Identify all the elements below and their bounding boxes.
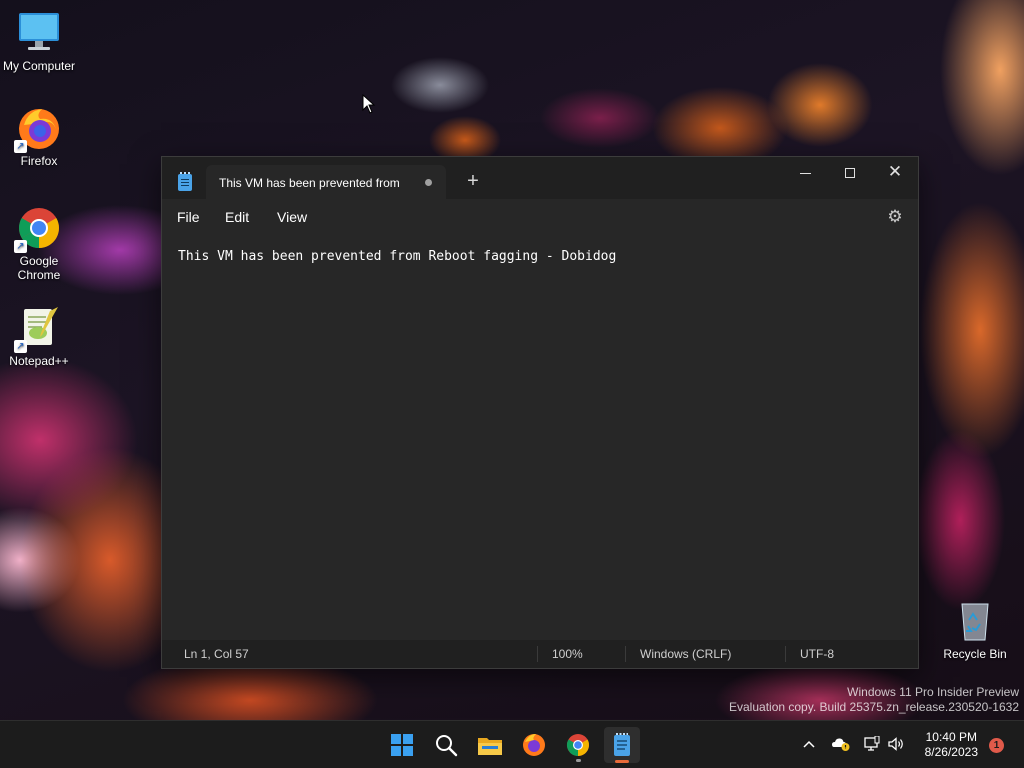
taskbar: 10:40 PM 8/26/2023 1 bbox=[0, 720, 1024, 768]
minimize-icon bbox=[799, 172, 811, 174]
file-explorer-icon bbox=[478, 738, 502, 755]
status-cursor-position: Ln 1, Col 57 bbox=[184, 647, 249, 661]
menu-bar: File Edit View ⚙ bbox=[162, 199, 918, 235]
status-divider bbox=[785, 646, 786, 662]
taskbar-clock[interactable]: 10:40 PM 8/26/2023 bbox=[925, 730, 978, 760]
search-button[interactable] bbox=[428, 727, 464, 763]
desktop-icon-label: Google Chrome bbox=[17, 254, 61, 282]
clock-date: 8/26/2023 bbox=[924, 745, 978, 759]
status-encoding: UTF-8 bbox=[800, 647, 834, 661]
active-app-indicator bbox=[615, 760, 629, 763]
unsaved-dot-icon[interactable] bbox=[425, 179, 432, 186]
maximize-button[interactable] bbox=[827, 157, 873, 189]
shortcut-arrow-icon: ↗ bbox=[14, 140, 27, 153]
close-button[interactable]: ✕ bbox=[872, 157, 918, 189]
menu-edit[interactable]: Edit bbox=[225, 209, 249, 225]
menu-view[interactable]: View bbox=[277, 209, 307, 225]
minimize-button[interactable] bbox=[782, 157, 828, 189]
desktop-icon-label: My Computer bbox=[2, 59, 76, 73]
chrome-taskbar-button[interactable] bbox=[560, 727, 596, 763]
onedrive-warning-icon[interactable] bbox=[831, 736, 851, 756]
desktop-icon-google-chrome[interactable]: ↗ Google Chrome bbox=[0, 205, 78, 282]
notepad-window: This VM has been prevented from + ✕ File… bbox=[161, 156, 919, 669]
tab-document[interactable]: This VM has been prevented from bbox=[206, 165, 446, 199]
close-icon: ✕ bbox=[887, 162, 903, 181]
file-explorer-button[interactable] bbox=[472, 727, 508, 763]
firefox-taskbar-button[interactable] bbox=[516, 727, 552, 763]
recycle-bin-icon bbox=[952, 598, 998, 644]
volume-icon[interactable] bbox=[887, 736, 905, 756]
notepad-taskbar-button[interactable] bbox=[604, 727, 640, 763]
desktop-icon-label: Recycle Bin bbox=[943, 647, 1007, 661]
firefox-icon: ↗ bbox=[14, 105, 62, 153]
new-tab-button[interactable]: + bbox=[462, 170, 484, 192]
chrome-icon bbox=[567, 734, 589, 756]
menu-file[interactable]: File bbox=[177, 209, 200, 225]
running-indicator bbox=[576, 759, 581, 762]
start-icon bbox=[391, 734, 413, 756]
shortcut-arrow-icon: ↗ bbox=[14, 240, 27, 253]
desktop-icon-firefox[interactable]: ↗ Firefox bbox=[0, 105, 78, 168]
status-line-ending: Windows (CRLF) bbox=[640, 647, 732, 661]
chrome-icon: ↗ bbox=[14, 205, 62, 253]
settings-gear-icon[interactable]: ⚙ bbox=[886, 208, 904, 226]
status-bar: Ln 1, Col 57 100% Windows (CRLF) UTF-8 bbox=[162, 640, 918, 668]
watermark-build: Evaluation copy. Build 25375.zn_release.… bbox=[729, 700, 1019, 714]
desktop-icon-label: Firefox bbox=[20, 154, 58, 168]
text-editor[interactable]: This VM has been prevented from Reboot f… bbox=[162, 235, 918, 641]
tab-title: This VM has been prevented from bbox=[219, 176, 400, 190]
monitor-icon bbox=[16, 10, 62, 56]
search-icon bbox=[436, 735, 458, 757]
status-divider bbox=[537, 646, 538, 662]
notification-badge[interactable]: 1 bbox=[989, 738, 1004, 753]
mouse-cursor-icon bbox=[362, 94, 376, 114]
firefox-icon bbox=[523, 734, 545, 756]
desktop-icon-notepad-plus-plus[interactable]: ↗ Notepad++ bbox=[0, 305, 78, 368]
maximize-icon bbox=[845, 168, 855, 179]
status-zoom: 100% bbox=[552, 647, 583, 661]
clock-time: 10:40 PM bbox=[925, 730, 977, 744]
network-icon[interactable] bbox=[864, 735, 880, 756]
windows-watermark: Windows 11 Pro Insider Preview Evaluatio… bbox=[729, 685, 1019, 715]
desktop-icon-my-computer[interactable]: My Computer bbox=[0, 10, 78, 73]
show-hidden-icons-chevron-icon[interactable] bbox=[802, 736, 816, 756]
title-bar[interactable]: This VM has been prevented from + ✕ bbox=[162, 157, 918, 199]
shortcut-arrow-icon: ↗ bbox=[14, 340, 27, 353]
start-button[interactable] bbox=[384, 727, 420, 763]
notepadpp-icon: ↗ bbox=[14, 305, 62, 353]
editor-content[interactable]: This VM has been prevented from Reboot f… bbox=[178, 249, 616, 264]
desktop-icon-recycle-bin[interactable]: Recycle Bin bbox=[936, 598, 1014, 661]
watermark-edition: Windows 11 Pro Insider Preview bbox=[847, 685, 1019, 699]
notepad-icon bbox=[614, 733, 630, 756]
notepad-app-icon bbox=[178, 172, 192, 191]
desktop-icon-label: Notepad++ bbox=[9, 354, 69, 368]
status-divider bbox=[625, 646, 626, 662]
